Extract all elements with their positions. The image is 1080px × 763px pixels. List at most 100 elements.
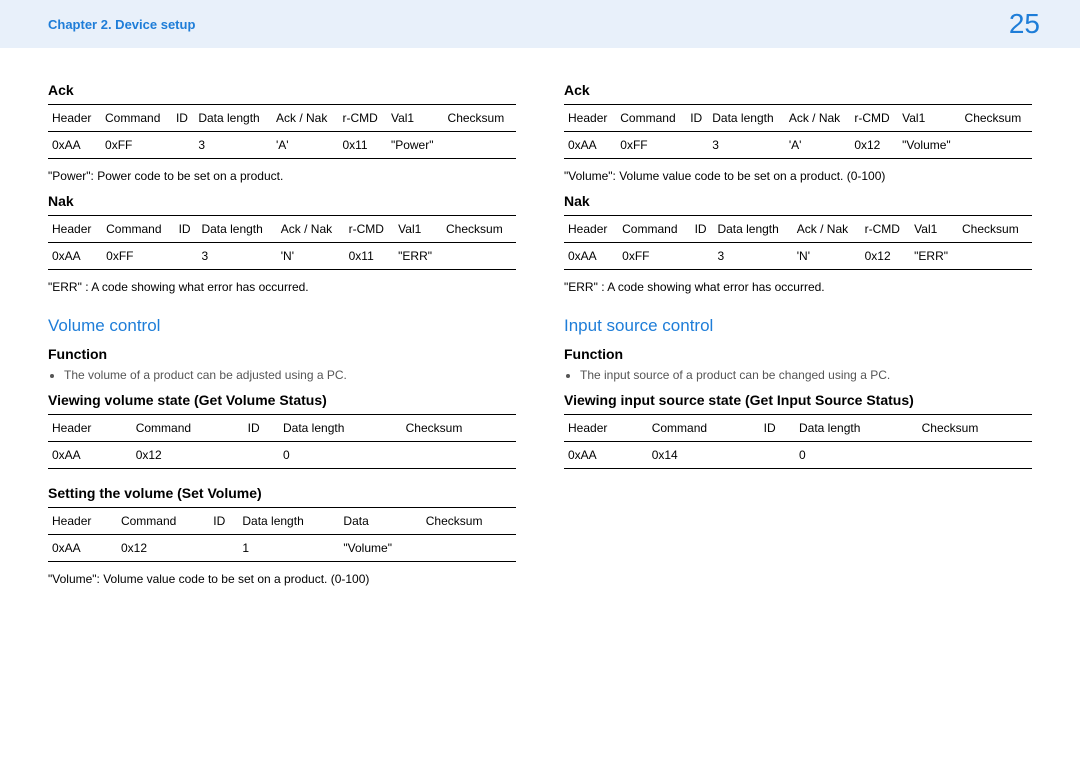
nak-title: Nak: [564, 193, 1032, 209]
section-title: Input source control: [564, 316, 1032, 336]
td: 0xAA: [48, 442, 132, 469]
th: Header: [564, 415, 648, 442]
ack-title: Ack: [564, 82, 1032, 98]
function-list: The input source of a product can be cha…: [564, 368, 1032, 382]
th: Val1: [394, 216, 442, 243]
set-table: Header Command ID Data length Data Check…: [48, 507, 516, 562]
th: Checksum: [444, 105, 516, 132]
td: [958, 243, 1032, 270]
set-title: Setting the volume (Set Volume): [48, 485, 516, 501]
td: [918, 442, 1032, 469]
th: r-CMD: [345, 216, 395, 243]
th: Checksum: [402, 415, 516, 442]
th: Val1: [387, 105, 444, 132]
th: r-CMD: [338, 105, 387, 132]
td: [760, 442, 795, 469]
td: 1: [238, 535, 339, 562]
th: Data length: [279, 415, 402, 442]
ack-title: Ack: [48, 82, 516, 98]
td: "ERR": [910, 243, 958, 270]
th: ID: [172, 105, 194, 132]
th: Header: [564, 105, 616, 132]
function-title: Function: [48, 346, 516, 362]
content: Ack Header Command ID Data length Ack / …: [0, 48, 1080, 626]
th: Checksum: [958, 216, 1032, 243]
td: 0x12: [850, 132, 898, 159]
td: [175, 243, 198, 270]
td: 0xFF: [616, 132, 686, 159]
th: Val1: [910, 216, 958, 243]
td: 0xAA: [564, 243, 618, 270]
th: Command: [616, 105, 686, 132]
th: ID: [691, 216, 714, 243]
td: 0xAA: [48, 535, 117, 562]
th: Checksum: [442, 216, 516, 243]
th: Val1: [898, 105, 960, 132]
nak-note: "ERR" : A code showing what error has oc…: [564, 280, 1032, 294]
th: Header: [48, 216, 102, 243]
th: Command: [132, 415, 244, 442]
section-title: Volume control: [48, 316, 516, 336]
th: Header: [564, 216, 618, 243]
th: Command: [101, 105, 172, 132]
th: Data length: [194, 105, 272, 132]
td: 3: [708, 132, 785, 159]
th: Data length: [713, 216, 792, 243]
function-bullet: The input source of a product can be cha…: [580, 368, 1032, 382]
th: Checksum: [918, 415, 1032, 442]
th: Ack / Nak: [277, 216, 345, 243]
td: [691, 243, 714, 270]
view-title: Viewing volume state (Get Volume Status): [48, 392, 516, 408]
page-number: 25: [1009, 8, 1040, 40]
th: Command: [102, 216, 174, 243]
th: ID: [209, 508, 238, 535]
th: ID: [175, 216, 198, 243]
th: ID: [686, 105, 708, 132]
td: 0xAA: [564, 132, 616, 159]
td: 0xAA: [48, 243, 102, 270]
th: Checksum: [961, 105, 1032, 132]
td: [209, 535, 238, 562]
th: Command: [117, 508, 209, 535]
td: 'N': [277, 243, 345, 270]
th: r-CMD: [850, 105, 898, 132]
nak-title: Nak: [48, 193, 516, 209]
left-column: Ack Header Command ID Data length Ack / …: [48, 72, 516, 586]
function-title: Function: [564, 346, 1032, 362]
td: [686, 132, 708, 159]
td: "Volume": [898, 132, 960, 159]
nak-note: "ERR" : A code showing what error has oc…: [48, 280, 516, 294]
ack-note: "Volume": Volume value code to be set on…: [564, 169, 1032, 183]
td: [442, 243, 516, 270]
td: 3: [194, 132, 272, 159]
td: 0: [279, 442, 402, 469]
td: 0x12: [117, 535, 209, 562]
td: 3: [713, 243, 792, 270]
th: Data length: [197, 216, 276, 243]
td: [422, 535, 516, 562]
td: 0x12: [132, 442, 244, 469]
th: Header: [48, 415, 132, 442]
th: Data length: [238, 508, 339, 535]
ack-table: Header Command ID Data length Ack / Nak …: [48, 104, 516, 159]
th: ID: [760, 415, 795, 442]
chapter-title: Chapter 2. Device setup: [48, 17, 195, 32]
td: 0x12: [861, 243, 911, 270]
ack-note: "Power": Power code to be set on a produ…: [48, 169, 516, 183]
page: Chapter 2. Device setup 25 Ack Header Co…: [0, 0, 1080, 763]
header-bar: Chapter 2. Device setup 25: [0, 0, 1080, 48]
th: Header: [48, 105, 101, 132]
th: Command: [648, 415, 760, 442]
nak-table: Header Command ID Data length Ack / Nak …: [564, 215, 1032, 270]
td: 0xAA: [48, 132, 101, 159]
view-title: Viewing input source state (Get Input So…: [564, 392, 1032, 408]
th: r-CMD: [861, 216, 911, 243]
th: Checksum: [422, 508, 516, 535]
td: 0xAA: [564, 442, 648, 469]
function-list: The volume of a product can be adjusted …: [48, 368, 516, 382]
td: 3: [197, 243, 276, 270]
td: 0x14: [648, 442, 760, 469]
th: Ack / Nak: [272, 105, 338, 132]
td: 0: [795, 442, 918, 469]
td: 0xFF: [102, 243, 174, 270]
